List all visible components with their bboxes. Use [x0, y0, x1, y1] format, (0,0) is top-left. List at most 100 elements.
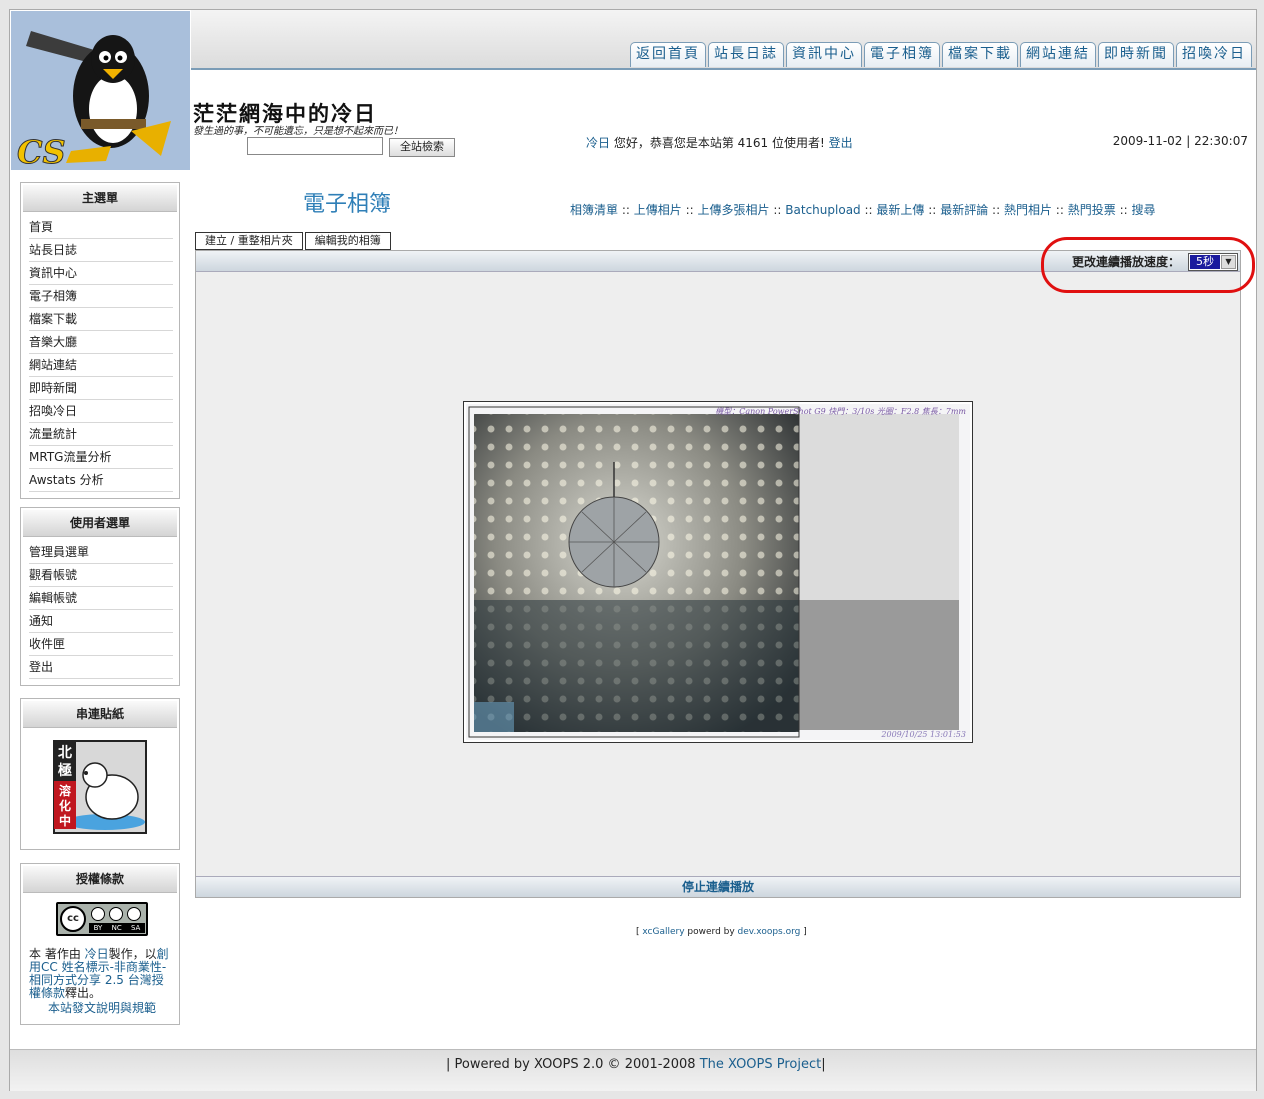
topnav-downloads[interactable]: 檔案下載 [942, 42, 1018, 67]
photo-date: 2009/10/25 13:01:53 [881, 730, 966, 739]
site-search-button[interactable]: 全站檢索 [389, 138, 455, 157]
cc-sa-label: SA [130, 924, 141, 932]
xoops-project-link[interactable]: The XOOPS Project [700, 1057, 822, 1072]
license-block: 授權條款 cc BY NC SA 本 著作由 冷日製作，以創用CC 姓名標示-非… [20, 863, 180, 1025]
posting-rules-link[interactable]: 本站發文說明與規範 [29, 1002, 175, 1015]
dev-xoops-link[interactable]: dev.xoops.org [738, 927, 801, 937]
svg-text:CS: CS [17, 133, 66, 170]
menu-item-awstats[interactable]: Awstats 分析 [29, 469, 173, 492]
menu-item-gallery[interactable]: 電子相簿 [29, 285, 173, 308]
current-datetime: 2009-11-02 | 22:30:07 [1112, 134, 1248, 148]
site-slogan: 發生過的事，不可能遺忘，只是想不起來而已！ [193, 126, 403, 137]
svg-text:化: 化 [59, 798, 71, 813]
speed-highlight-circle [1041, 237, 1255, 293]
nav-separator: :: [1055, 203, 1064, 217]
menu-item-contact[interactable]: 招喚冷日 [29, 400, 173, 423]
site-search-input[interactable] [247, 137, 383, 155]
nav-batchupload[interactable]: Batchupload [785, 203, 860, 217]
nav-search[interactable]: 搜尋 [1131, 203, 1155, 217]
stop-slideshow-button[interactable]: 停止連續播放 [196, 876, 1240, 897]
license-author-link[interactable]: 冷日 [85, 947, 109, 961]
menu-item-mrtg[interactable]: MRTG流量分析 [29, 446, 173, 469]
cc-by-icon [91, 907, 105, 921]
powered-bracket-close: ] [800, 927, 807, 937]
welcome-user-link[interactable]: 冷日 [586, 136, 610, 150]
license-text-part1: 本 著作由 [29, 947, 85, 961]
sticker-block: 串連貼紙 北 極 溶 化 中 [20, 698, 180, 850]
nav-separator: :: [864, 203, 873, 217]
footer-powered-text: | Powered by XOOPS 2.0 © 2001-2008 [446, 1057, 700, 1072]
nav-separator: :: [992, 203, 1001, 217]
menu-item-info[interactable]: 資訊中心 [29, 262, 173, 285]
topnav-blog[interactable]: 站長日誌 [708, 42, 784, 67]
tab-create-folder[interactable]: 建立 / 重整相片夾 [195, 232, 303, 250]
welcome-text: 您好，恭喜您是本站第 4161 位使用者! [610, 136, 829, 150]
nav-separator: :: [928, 203, 937, 217]
user-menu-edit-account[interactable]: 編輯帳號 [29, 587, 173, 610]
cc-sa-icon [127, 907, 141, 921]
cc-license-badge[interactable]: cc BY NC SA [56, 902, 148, 936]
gallery-tabs: 建立 / 重整相片夾 編輯我的相簿 [195, 232, 391, 250]
nav-upload-multiple[interactable]: 上傳多張相片 [698, 203, 770, 217]
nav-latest-uploads[interactable]: 最新上傳 [876, 203, 924, 217]
topnav-links[interactable]: 網站連結 [1020, 42, 1096, 67]
xcgallery-link[interactable]: xcGallery [642, 927, 684, 937]
nav-top-photos[interactable]: 熱門相片 [1004, 203, 1052, 217]
slideshow-photo[interactable]: 機型：Canon PowerShot G9 快門：3/10s 光圈：F2.8 焦… [463, 401, 973, 743]
polar-bear-sticker[interactable]: 北 極 溶 化 中 [50, 737, 150, 837]
svg-text:中: 中 [59, 813, 71, 828]
cc-by-label: BY [93, 924, 103, 932]
gallery-title: 電子相簿 [303, 192, 392, 217]
nav-latest-comments[interactable]: 最新評論 [940, 203, 988, 217]
nav-upload-photo[interactable]: 上傳相片 [634, 203, 682, 217]
user-menu-view-account[interactable]: 觀看帳號 [29, 564, 173, 587]
tab-edit-albums[interactable]: 編輯我的相簿 [304, 232, 391, 250]
menu-item-blog[interactable]: 站長日誌 [29, 239, 173, 262]
svg-text:北: 北 [58, 745, 72, 761]
user-menu-logout[interactable]: 登出 [29, 656, 173, 679]
header-band: 返回首頁 站長日誌 資訊中心 電子相簿 檔案下載 網站連結 即時新聞 招喚冷日 [191, 10, 1256, 70]
menu-item-downloads[interactable]: 檔案下載 [29, 308, 173, 331]
site-logo[interactable]: CS [11, 11, 190, 170]
user-menu-notifications[interactable]: 通知 [29, 610, 173, 633]
license-text-part3: 釋出。 [65, 986, 102, 1000]
topnav-info[interactable]: 資訊中心 [786, 42, 862, 67]
user-menu-inbox[interactable]: 收件匣 [29, 633, 173, 656]
logout-link[interactable]: 登出 [829, 136, 853, 150]
powered-by-text: powerd by [684, 927, 738, 937]
footer-text: | Powered by XOOPS 2.0 © 2001-2008 The X… [446, 1057, 826, 1072]
gallery-navigation: 相簿清單 :: 上傳相片 :: 上傳多張相片 :: Batchupload ::… [570, 201, 1156, 218]
user-menu-block: 使用者選單 管理員選單 觀看帳號 編輯帳號 通知 收件匣 登出 [20, 507, 180, 686]
topnav-gallery[interactable]: 電子相簿 [864, 42, 940, 67]
page-frame: CS 返回首頁 站長日誌 資訊中心 電子相簿 檔案下載 網站連結 即時新聞 招喚… [9, 9, 1257, 1091]
topnav-home[interactable]: 返回首頁 [630, 42, 706, 67]
menu-item-home[interactable]: 首頁 [29, 216, 173, 239]
menu-item-news[interactable]: 即時新聞 [29, 377, 173, 400]
main-menu-block: 主選單 首頁 站長日誌 資訊中心 電子相簿 檔案下載 音樂大廳 網站連結 即時新… [20, 182, 180, 499]
menu-item-traffic[interactable]: 流量統計 [29, 423, 173, 446]
license-text-part2: 製作，以 [108, 947, 157, 961]
footer-end-bar: | [821, 1057, 826, 1072]
photo-exif-info: 機型：Canon PowerShot G9 快門：3/10s 光圈：F2.8 焦… [715, 407, 966, 416]
page-footer: | Powered by XOOPS 2.0 © 2001-2008 The X… [10, 1049, 1256, 1091]
welcome-message: 冷日 您好，恭喜您是本站第 4161 位使用者! 登出 [586, 134, 853, 151]
topnav-news[interactable]: 即時新聞 [1098, 42, 1174, 67]
main-menu-title: 主選單 [23, 185, 177, 212]
nav-top-rated[interactable]: 熱門投票 [1068, 203, 1116, 217]
svg-text:極: 極 [58, 762, 72, 779]
sticker-title: 串連貼紙 [23, 701, 177, 728]
license-text: 本 著作由 冷日製作，以創用CC 姓名標示-非商業性-相同方式分享 2.5 台灣… [29, 948, 175, 1015]
gallery-powered-by: [ xcGallery powerd by dev.xoops.org ] [636, 927, 807, 937]
menu-item-music[interactable]: 音樂大廳 [29, 331, 173, 354]
nav-separator: :: [685, 203, 694, 217]
nav-separator: :: [773, 203, 782, 217]
nav-separator: :: [1119, 203, 1128, 217]
menu-item-links[interactable]: 網站連結 [29, 354, 173, 377]
cc-nc-icon [109, 907, 123, 921]
slideshow-panel: 更改連續播放速度： 5秒 ▼ 機型：Canon PowerShot G9 快門：… [195, 237, 1255, 898]
cc-nc-label: NC [111, 924, 122, 932]
nav-album-list[interactable]: 相簿清單 [570, 203, 618, 217]
topnav-contact[interactable]: 招喚冷日 [1176, 42, 1252, 67]
user-menu-admin[interactable]: 管理員選單 [29, 541, 173, 564]
svg-text:溶: 溶 [59, 783, 71, 798]
